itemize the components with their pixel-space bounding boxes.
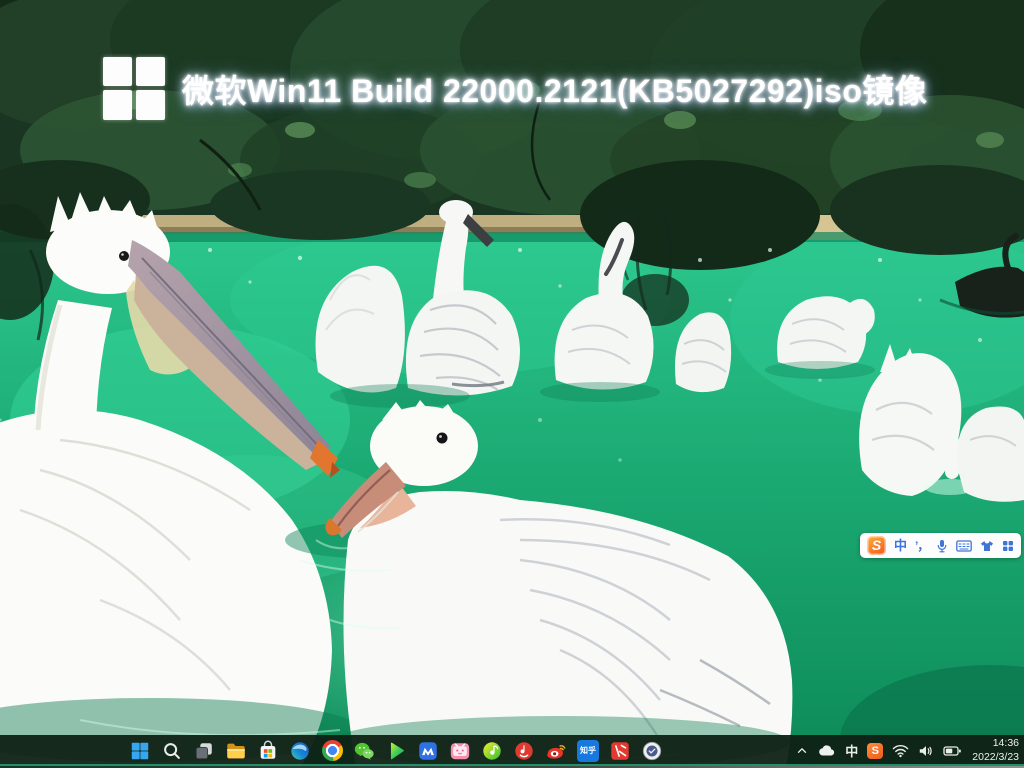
weibo-button[interactable]	[544, 739, 568, 763]
skin-icon[interactable]	[980, 540, 994, 552]
clock-time: 14:36	[993, 737, 1019, 750]
taskbar-apps: 知乎	[128, 735, 664, 766]
zhihu-button[interactable]: 知乎	[576, 739, 600, 763]
qq-music-button[interactable]	[480, 739, 504, 763]
m-app-button[interactable]	[416, 739, 440, 763]
windows-logo-icon	[103, 57, 165, 120]
netease-music-button[interactable]	[512, 739, 536, 763]
voice-input-icon[interactable]	[936, 539, 948, 553]
start-button[interactable]	[128, 739, 152, 763]
sogou-logo-icon[interactable]: S	[867, 536, 886, 555]
search-button[interactable]	[160, 739, 184, 763]
task-view-button[interactable]	[192, 739, 216, 763]
title-overlay: 微软Win11 Build 22000.2121(KB5027292)iso镜像	[103, 57, 927, 120]
ime-language-indicator[interactable]: 中	[845, 741, 858, 760]
zhihu-icon: 知乎	[577, 740, 599, 762]
desktop: 微软Win11 Build 22000.2121(KB5027292)iso镜像…	[0, 0, 1024, 768]
wechat-icon	[353, 740, 375, 762]
ime-punctuation-button[interactable]: ’，	[915, 540, 928, 552]
weibo-eye-icon	[545, 740, 567, 762]
chrome-button[interactable]	[320, 739, 344, 763]
wechat-button[interactable]	[352, 739, 376, 763]
soft-keyboard-icon[interactable]	[956, 540, 972, 552]
round-badge-icon	[641, 740, 663, 762]
red-notes-app-button[interactable]	[608, 739, 632, 763]
music-note-vinyl-icon	[513, 740, 535, 762]
speaker-icon[interactable]	[918, 744, 934, 758]
toolbox-icon[interactable]	[1002, 540, 1014, 552]
onedrive-cloud-icon[interactable]	[818, 744, 836, 757]
search-icon	[161, 740, 183, 762]
clock[interactable]: 14:36 2022/3/23	[970, 737, 1019, 763]
taskbar: 知乎	[0, 735, 1024, 768]
file-explorer-button[interactable]	[224, 739, 248, 763]
system-tray: 中 S 14:36 2022/3/23	[795, 735, 1019, 766]
chevron-up-icon[interactable]	[795, 744, 809, 758]
round-badge-app-button[interactable]	[640, 739, 664, 763]
ime-toolbar[interactable]: S 中 ’，	[860, 533, 1021, 558]
windows-start-icon	[129, 740, 151, 762]
folder-icon	[225, 740, 247, 762]
edge-button[interactable]	[288, 739, 312, 763]
play-triangle-icon	[385, 740, 407, 762]
battery-icon[interactable]	[943, 745, 961, 757]
task-view-icon	[193, 740, 215, 762]
store-bag-icon	[257, 740, 279, 762]
clock-date: 2022/3/23	[972, 751, 1019, 764]
chrome-icon	[322, 740, 343, 761]
wifi-icon[interactable]	[892, 744, 909, 758]
bilibili-button[interactable]	[448, 739, 472, 763]
ime-mode-button[interactable]: 中	[894, 539, 907, 552]
microsoft-store-button[interactable]	[256, 739, 280, 763]
tv-icon	[449, 740, 471, 762]
edge-icon	[289, 740, 311, 762]
sogou-tray-icon[interactable]: S	[867, 743, 883, 759]
video-player-button[interactable]	[384, 739, 408, 763]
mountain-m-icon	[417, 740, 439, 762]
music-note-icon	[481, 740, 503, 762]
page-title: 微软Win11 Build 22000.2121(KB5027292)iso镜像	[182, 66, 927, 112]
red-app-icon	[609, 740, 631, 762]
